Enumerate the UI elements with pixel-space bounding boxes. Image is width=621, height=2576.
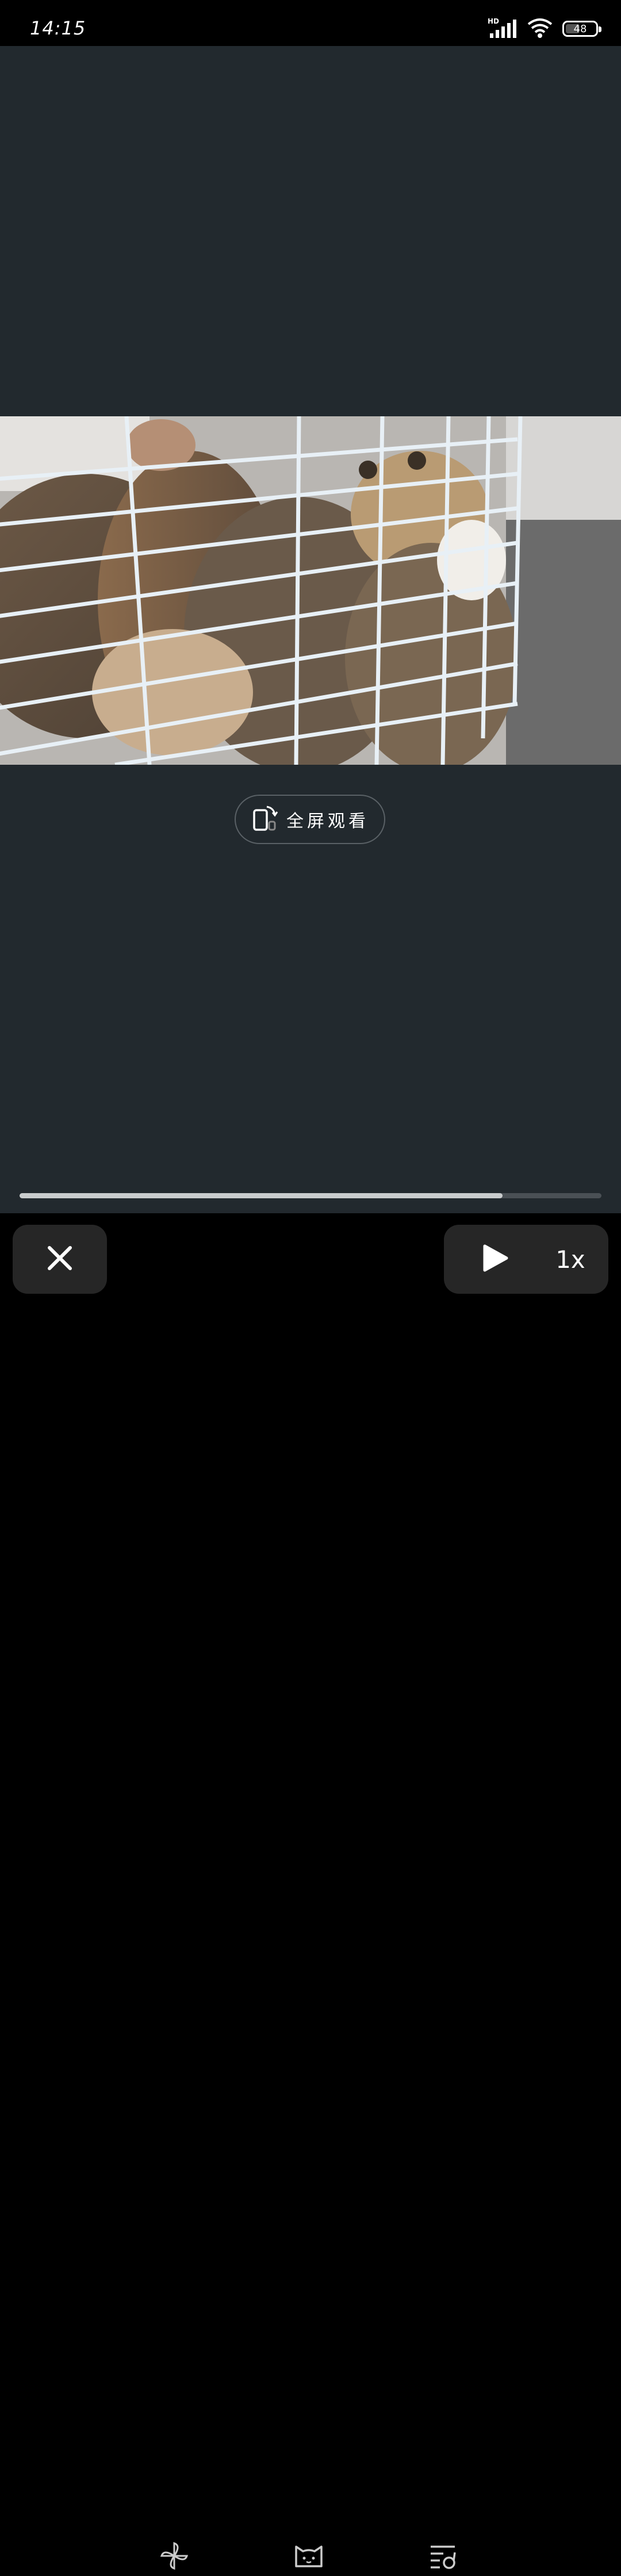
video-frame[interactable] <box>0 416 621 765</box>
close-button[interactable] <box>13 1225 107 1294</box>
playback-controls: 1x <box>0 1213 621 2570</box>
playlist-icon[interactable] <box>423 2536 463 2576</box>
progress-bar[interactable] <box>20 1193 601 1198</box>
video-image <box>0 416 621 765</box>
progress-fill <box>20 1193 503 1198</box>
fullscreen-button[interactable]: 全屏观看 <box>235 795 385 844</box>
video-player[interactable]: 全屏观看 <box>0 46 621 1213</box>
play-icon <box>482 1244 509 1275</box>
status-icons: HD 48 <box>488 16 601 41</box>
play-speed-group: 1x <box>444 1225 608 1294</box>
battery-icon: 48 <box>562 21 601 37</box>
pinwheel-icon[interactable] <box>154 2536 194 2576</box>
cat-face-icon[interactable] <box>289 2536 329 2576</box>
close-icon <box>47 1245 72 1273</box>
rotate-phone-icon <box>251 804 278 834</box>
play-button[interactable] <box>478 1242 513 1276</box>
status-bar: 14:15 HD 48 <box>0 0 621 46</box>
bottom-toolbar <box>0 2536 621 2576</box>
wifi-icon <box>527 17 553 40</box>
battery-level: 48 <box>573 22 587 35</box>
status-time: 14:15 <box>30 17 86 39</box>
network-type-label: HD <box>488 17 499 25</box>
signal-icon: HD <box>488 17 518 40</box>
playback-speed-button[interactable]: 1x <box>547 1242 593 1276</box>
fullscreen-label: 全屏观看 <box>286 811 369 831</box>
